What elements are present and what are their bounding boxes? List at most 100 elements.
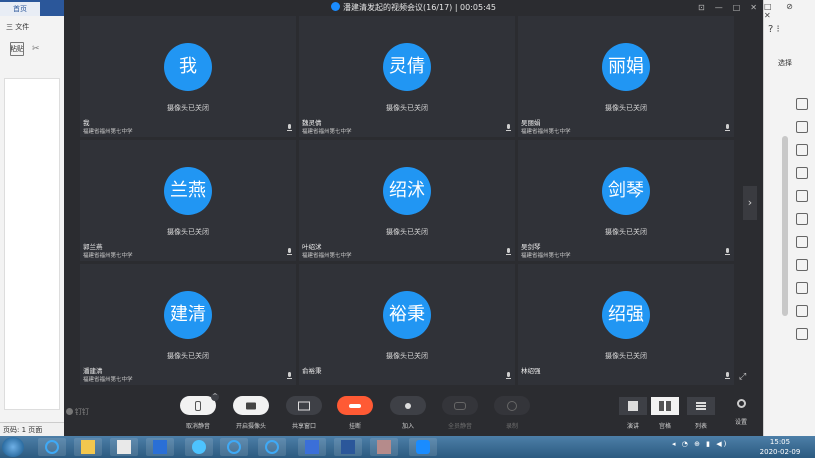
taskbar-ie-2[interactable]	[258, 438, 286, 456]
taskbar-ie[interactable]	[38, 438, 66, 456]
bg-status-bar: 页码: 1 页面	[0, 422, 64, 436]
add-participant-button[interactable]: 加入	[389, 396, 427, 430]
ie-icon	[45, 440, 59, 454]
unmute-button[interactable]: ^ 取消静音	[179, 393, 219, 430]
bg-home-tab[interactable]: 首页	[0, 2, 40, 16]
avatar: 灵倩	[383, 43, 431, 91]
maximize-icon[interactable]: □	[733, 3, 741, 12]
system-clock[interactable]: 15:05 2020-02-09	[754, 437, 806, 457]
camera-on-label: 开启摄像头	[235, 423, 266, 430]
ie-icon	[265, 440, 279, 454]
table-icon[interactable]	[796, 167, 808, 179]
settings-button[interactable]: 设置	[730, 399, 752, 426]
bg-paste-button[interactable]: 粘贴	[6, 42, 28, 56]
microphone-icon	[287, 248, 292, 256]
box-icon[interactable]	[796, 305, 808, 317]
gear-icon	[736, 399, 746, 408]
group-mute-icon	[454, 401, 466, 410]
view-list-button[interactable]: 列表	[687, 397, 715, 430]
participant-school: 福建省福州第七中学	[83, 129, 133, 135]
list-view-icon	[696, 402, 706, 410]
speaker-view-icon	[628, 401, 638, 411]
chevron-up-icon[interactable]: ^	[211, 393, 219, 401]
taskbar-word[interactable]	[334, 438, 362, 456]
avatar: 建清	[164, 291, 212, 339]
record-pill	[494, 396, 530, 415]
camera-on-button[interactable]: 开启摄像头	[232, 396, 270, 430]
camera-status: 摄像头已关闭	[386, 352, 428, 360]
fullscreen-icon[interactable]: ⤢	[739, 372, 746, 382]
start-button[interactable]	[2, 437, 24, 457]
bg-scrollbar[interactable]	[782, 136, 788, 316]
view-gallery-label: 宫格	[658, 423, 671, 430]
meeting-app-icon	[330, 2, 340, 11]
view-speaker-button[interactable]: 演讲	[619, 397, 647, 430]
camera-status: 摄像头已关闭	[386, 228, 428, 236]
scissors-icon[interactable]: ✂	[32, 44, 40, 54]
camera-on-pill	[233, 396, 269, 415]
participant-school: 福建省福州第七中学	[521, 129, 571, 135]
dingtalk-logo-text: 钉钉	[75, 408, 89, 416]
microphone-icon	[725, 372, 730, 380]
image-icon[interactable]	[796, 236, 808, 248]
link-icon[interactable]	[796, 282, 808, 294]
screen-share-icon	[298, 401, 310, 410]
shapes-icon[interactable]	[796, 144, 808, 156]
bg-side-toolbar	[796, 98, 810, 351]
meeting-title-bar[interactable]: 潘建清发起的视频会议(16/17) | 00:05:45 ⊡ — □ ✕	[64, 0, 763, 16]
participant-name: 吴剑琴	[521, 243, 541, 251]
taskbar-dingtalk[interactable]	[409, 438, 437, 456]
bg-window-controls[interactable]: □ ⊘ ✕	[764, 2, 814, 20]
taskbar-explorer[interactable]	[74, 438, 102, 456]
pen-icon[interactable]	[796, 98, 808, 110]
view-list-label: 列表	[694, 423, 707, 430]
taskbar-photo[interactable]	[370, 438, 398, 456]
bg-select-button[interactable]: 选择	[778, 58, 792, 68]
taskbar-app-4[interactable]	[146, 438, 174, 456]
history-icon[interactable]	[796, 328, 808, 340]
taskbar-wps[interactable]	[298, 438, 326, 456]
taskbar-app-3[interactable]	[110, 438, 138, 456]
mute-all-button[interactable]: 全员静音	[441, 396, 479, 430]
close-icon[interactable]: ✕	[750, 3, 757, 12]
participant-name: 魏灵倩	[302, 119, 322, 127]
cursor-icon[interactable]	[796, 121, 808, 133]
chart-icon[interactable]	[796, 213, 808, 225]
next-page-button[interactable]: ›	[743, 186, 757, 220]
participant-tile[interactable]: 建清 摄像头已关闭 潘建清 福建省福州第七中学	[80, 264, 296, 385]
bg-tab-bar: 首页	[0, 0, 64, 16]
share-icon[interactable]	[796, 259, 808, 271]
camera-status: 摄像头已关闭	[167, 104, 209, 112]
hang-up-button[interactable]: 挂断	[336, 396, 374, 430]
participant-tile[interactable]: 我 摄像头已关闭 我 福建省福州第七中学	[80, 16, 296, 137]
minimize-icon[interactable]: —	[715, 3, 723, 12]
penguin-icon	[192, 440, 206, 454]
system-tray[interactable]: ◂ ◔ ⊕ ▮ ◀)	[672, 440, 728, 448]
view-gallery-button[interactable]: 宫格	[651, 397, 679, 430]
participant-tile[interactable]: 剑琴 摄像头已关闭 吴剑琴 福建省福州第七中学	[518, 140, 734, 261]
float-window-icon[interactable]: ⊡	[698, 3, 705, 12]
background-document-window: 首页 三 文件 粘贴 ✂ 页码: 1 页面	[0, 0, 65, 436]
participant-tile[interactable]: 裕秉 摄像头已关闭 俞裕秉	[299, 264, 515, 385]
participant-tile[interactable]: 灵倩 摄像头已关闭 魏灵倩 福建省福州第七中学	[299, 16, 515, 137]
participant-name: 叶绍沭	[302, 243, 322, 251]
record-button[interactable]: 录制	[493, 396, 531, 430]
participant-tile[interactable]: 绍沭 摄像头已关闭 叶绍沭 福建省福州第七中学	[299, 140, 515, 261]
participant-tile[interactable]: 兰燕 摄像头已关闭 郭兰燕 福建省福州第七中学	[80, 140, 296, 261]
share-screen-button[interactable]: 共享窗口	[285, 396, 323, 430]
camera-status: 摄像头已关闭	[605, 352, 647, 360]
mute-all-label: 全员静音	[447, 423, 472, 430]
meeting-toolbar: 钉钉 ^ 取消静音 开启摄像头 共享窗口 挂断 加入 全员静音 录制 演讲 宫格…	[64, 386, 763, 436]
participant-tile[interactable]: 丽娟 摄像头已关闭 吴丽娟 福建省福州第七中学	[518, 16, 734, 137]
bg-file-menu[interactable]: 三 文件	[0, 16, 64, 32]
settings-label: 设置	[734, 419, 747, 426]
participant-tile[interactable]: 绍强 摄像头已关闭 林绍强	[518, 264, 734, 385]
bg-help-button[interactable]: ? ⁝	[768, 24, 780, 35]
gallery-view-icon	[659, 401, 671, 411]
microphone-icon	[287, 124, 292, 132]
grid-icon[interactable]	[796, 190, 808, 202]
taskbar-edge[interactable]	[220, 438, 248, 456]
participant-school: 福建省福州第七中学	[83, 377, 133, 383]
microphone-muted-icon	[195, 400, 201, 411]
taskbar-qq[interactable]	[185, 438, 213, 456]
